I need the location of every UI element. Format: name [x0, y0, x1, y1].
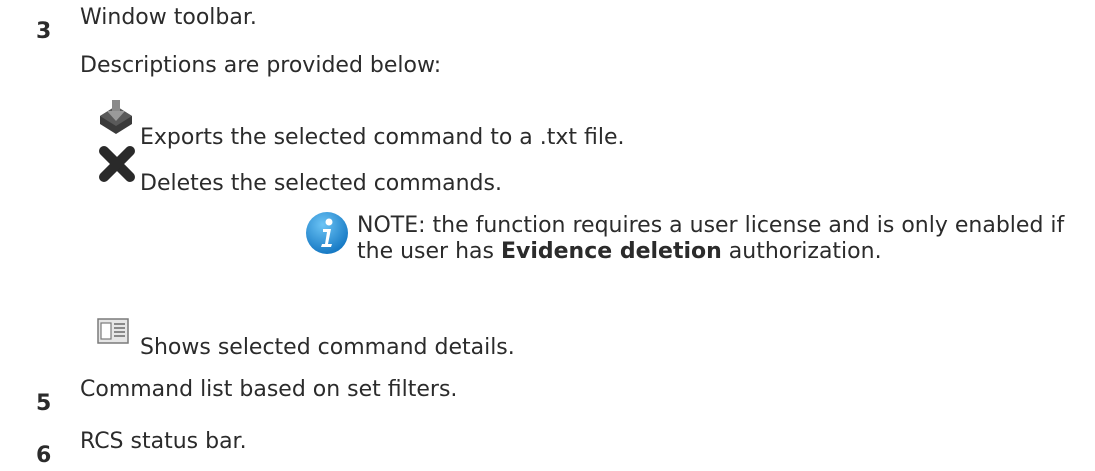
- note-bold-evidence-deletion: Evidence deletion: [500, 239, 722, 264]
- export-description: Exports the selected command to a .txt f…: [140, 125, 625, 150]
- item-number-3: 3: [36, 19, 52, 44]
- note-line-2-suffix: authorization.: [721, 239, 882, 264]
- note-line-1: NOTE: the function requires a user licen…: [357, 213, 1065, 238]
- item-subtitle-descriptions: Descriptions are provided below:: [80, 53, 442, 78]
- export-icon: [97, 100, 135, 136]
- details-description: Shows selected command details.: [140, 335, 515, 360]
- note-line-2-prefix: the user has: [357, 239, 501, 264]
- details-icon: [97, 318, 129, 344]
- item-number-6: 6: [36, 443, 52, 468]
- item-title-window-toolbar: Window toolbar.: [80, 5, 257, 30]
- item-number-5: 5: [36, 391, 52, 416]
- info-icon: [304, 210, 350, 256]
- item-title-command-list: Command list based on set filters.: [80, 377, 458, 402]
- note-line-2: the user has Evidence deletion authoriza…: [357, 238, 882, 266]
- item-title-rcs-status-bar: RCS status bar.: [80, 429, 247, 454]
- delete-description: Deletes the selected commands.: [140, 171, 502, 196]
- delete-icon: [97, 144, 137, 184]
